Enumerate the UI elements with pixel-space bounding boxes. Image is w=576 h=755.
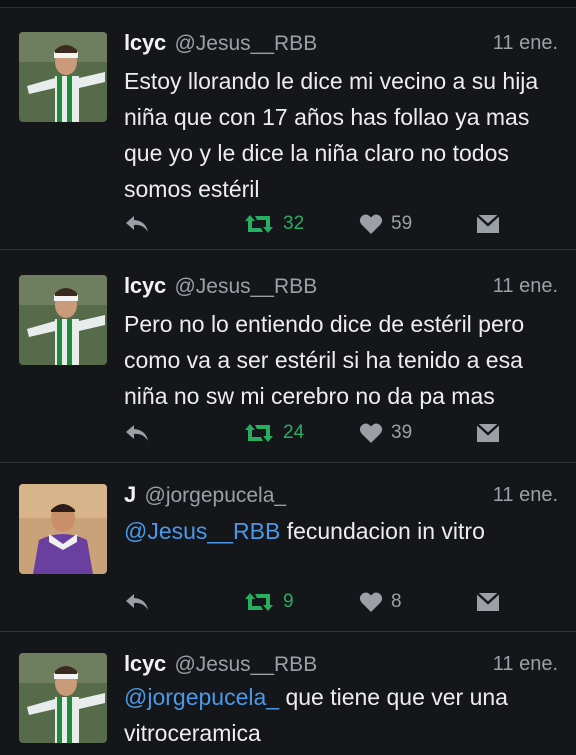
tweet-text: @Jesus__RBB fecundacion in vitro (124, 513, 564, 549)
reply-button[interactable] (124, 413, 150, 453)
tweet-header: lcyc @Jesus__RBB 11 ene. (124, 273, 560, 305)
tweet-3[interactable]: J @jorgepucela_ 11 ene. @Jesus__RBB fecu… (0, 464, 576, 632)
heart-icon (359, 214, 383, 234)
user-handle[interactable]: @Jesus__RBB (174, 32, 317, 55)
retweet-button[interactable]: 9 (243, 582, 294, 622)
tweet-text: Estoy llorando le dice mi vecino a su hi… (124, 68, 539, 202)
tweet-text: @jorgepucela_ que tiene que ver una vitr… (124, 679, 564, 751)
tweet-1[interactable]: lcyc @Jesus__RBB 11 ene. Estoy llorando … (0, 8, 576, 250)
reply-button[interactable] (124, 204, 150, 244)
mention-link[interactable]: @jorgepucela_ (124, 684, 279, 710)
direct-message-icon (476, 592, 500, 611)
like-count: 39 (391, 422, 413, 443)
tweet-2[interactable]: lcyc @Jesus__RBB 11 ene. Pero no lo enti… (0, 251, 576, 463)
direct-message-icon (476, 423, 500, 442)
direct-message-button[interactable] (475, 413, 501, 453)
like-button[interactable]: 8 (359, 582, 402, 622)
timestamp[interactable]: 11 ene. (493, 32, 558, 55)
user-handle[interactable]: @Jesus__RBB (174, 653, 317, 676)
footballer-green-kit-icon (19, 275, 107, 365)
tweet-actions: 24 39 (0, 413, 576, 453)
timestamp[interactable]: 11 ene. (493, 653, 558, 676)
heart-icon (359, 423, 383, 443)
reply-icon (126, 216, 148, 232)
top-bar (0, 0, 576, 8)
retweet-count: 32 (283, 213, 305, 234)
tweet-header: lcyc @Jesus__RBB 11 ene. (124, 30, 560, 62)
tweet-actions: 9 8 (0, 582, 576, 622)
tweet-actions: 32 59 (0, 204, 576, 244)
like-count: 8 (391, 591, 402, 612)
timeline: lcyc @Jesus__RBB 11 ene. Estoy llorando … (0, 0, 576, 755)
footballer-purple-kit-icon (19, 484, 107, 574)
tweet-text: Pero no lo entiendo dice de estéril pero… (124, 311, 525, 409)
heart-icon (359, 592, 383, 612)
avatar[interactable] (19, 653, 107, 743)
retweet-count: 9 (283, 591, 294, 612)
avatar[interactable] (19, 32, 107, 122)
reply-icon (126, 594, 148, 610)
like-button[interactable]: 39 (359, 413, 412, 453)
like-count: 59 (391, 213, 413, 234)
direct-message-button[interactable] (475, 582, 501, 622)
mention-link[interactable]: @Jesus__RBB (124, 518, 280, 544)
avatar[interactable] (19, 275, 107, 365)
footballer-green-kit-icon (19, 653, 107, 743)
direct-message-icon (476, 214, 500, 233)
retweet-icon (245, 593, 273, 611)
display-name[interactable]: J (124, 482, 136, 507)
retweet-button[interactable]: 24 (243, 413, 304, 453)
display-name[interactable]: lcyc (124, 273, 166, 298)
retweet-icon (245, 424, 273, 442)
retweet-button[interactable]: 32 (243, 204, 304, 244)
tweet-4[interactable]: lcyc @Jesus__RBB 11 ene. @jorgepucela_ q… (0, 633, 576, 755)
tweet-text-body: fecundacion in vitro (280, 518, 485, 544)
user-handle[interactable]: @Jesus__RBB (174, 275, 317, 298)
display-name[interactable]: lcyc (124, 30, 166, 55)
avatar[interactable] (19, 484, 107, 574)
display-name[interactable]: lcyc (124, 651, 166, 676)
tweet-header: J @jorgepucela_ 11 ene. (124, 482, 560, 514)
timestamp[interactable]: 11 ene. (493, 484, 558, 507)
timestamp[interactable]: 11 ene. (493, 275, 558, 298)
retweet-count: 24 (283, 422, 305, 443)
reply-icon (126, 425, 148, 441)
footballer-green-kit-icon (19, 32, 107, 122)
user-handle[interactable]: @jorgepucela_ (145, 484, 287, 507)
direct-message-button[interactable] (475, 204, 501, 244)
retweet-icon (245, 215, 273, 233)
like-button[interactable]: 59 (359, 204, 412, 244)
reply-button[interactable] (124, 582, 150, 622)
